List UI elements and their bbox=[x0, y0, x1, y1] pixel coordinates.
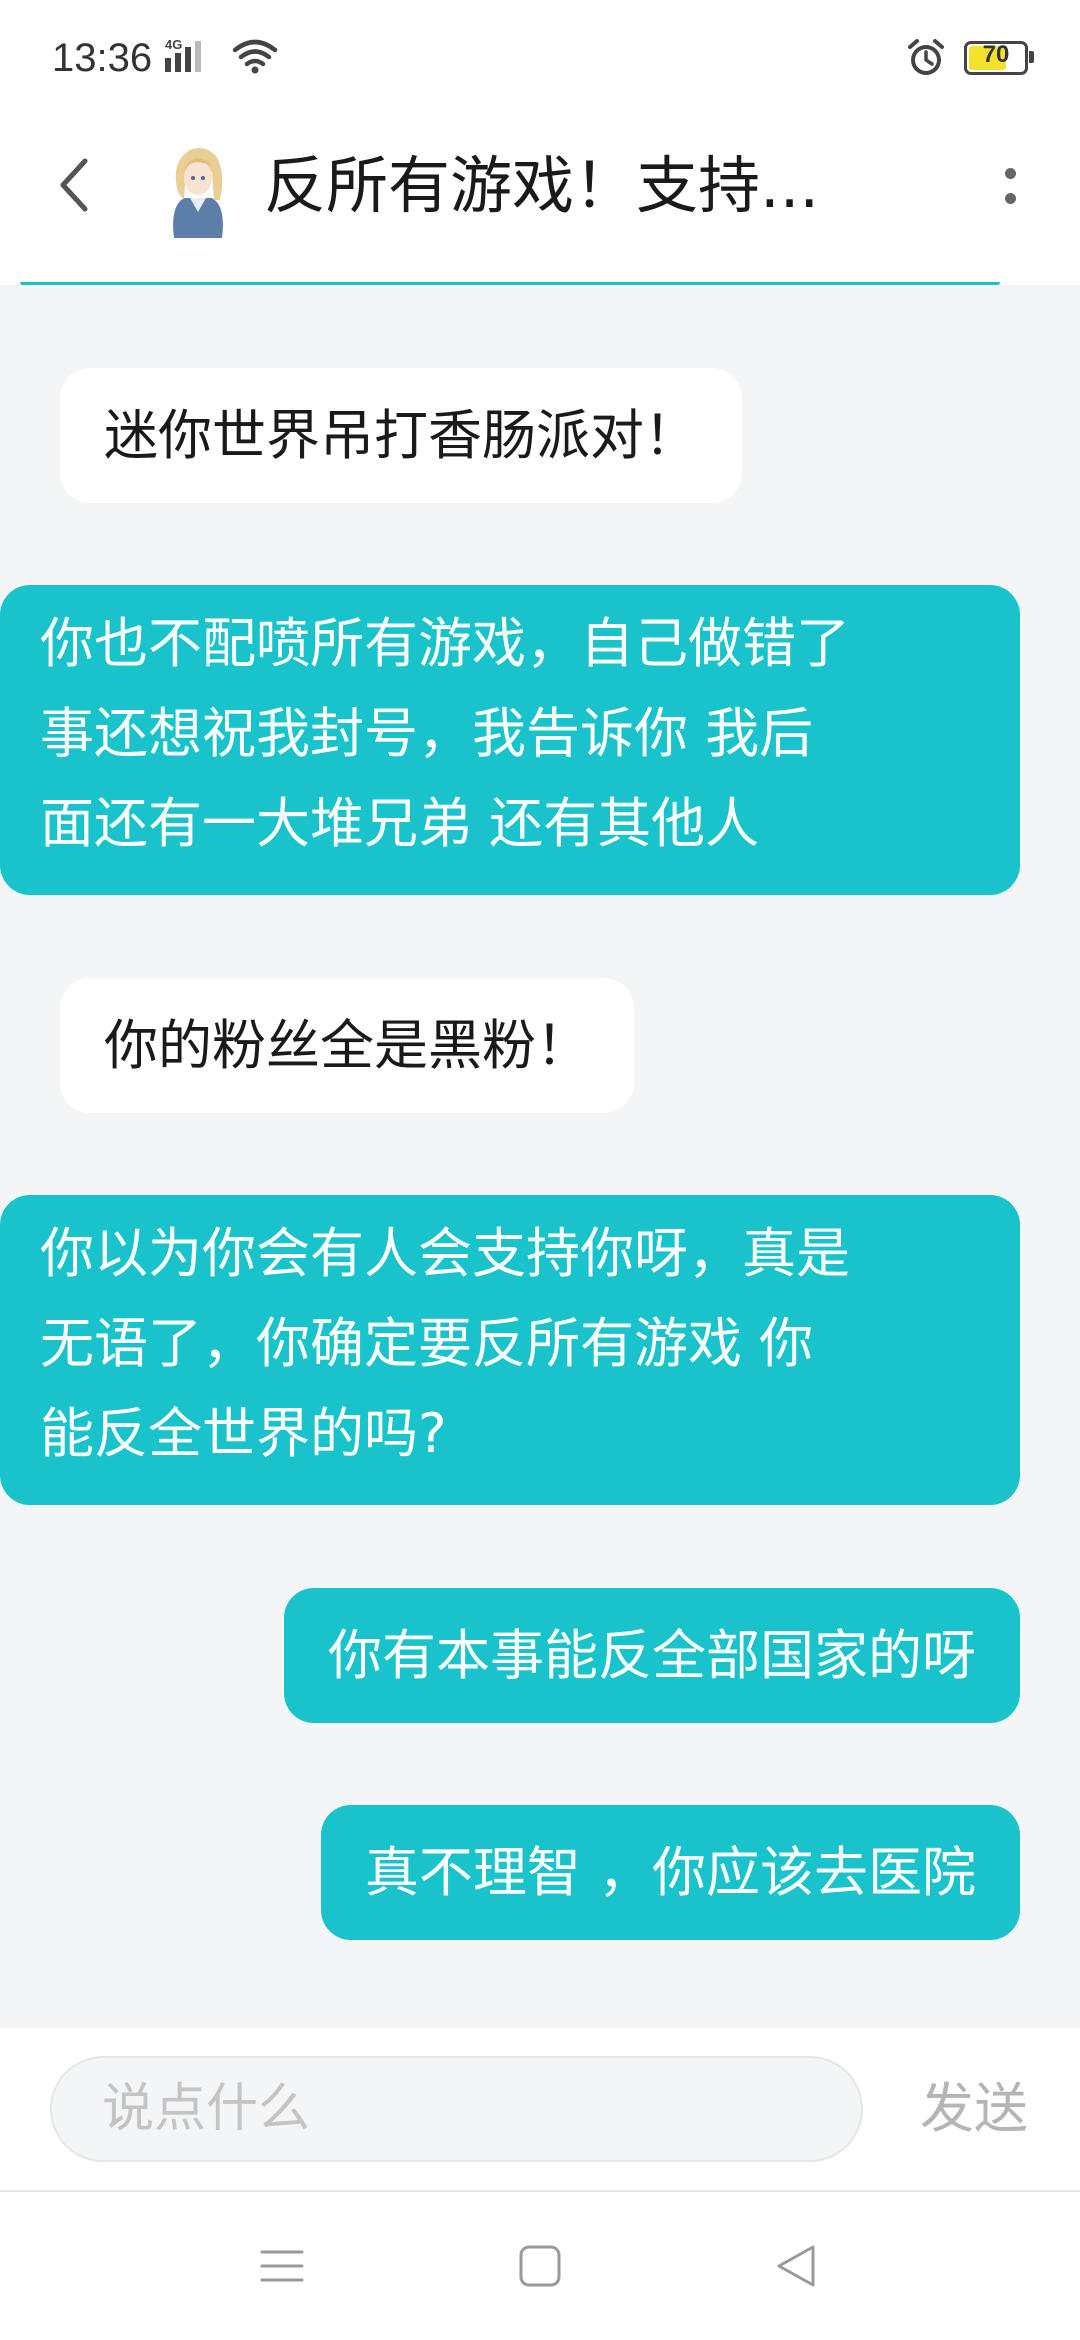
nav-menu-button[interactable] bbox=[212, 2192, 352, 2340]
more-options-button[interactable] bbox=[980, 150, 1040, 222]
status-icons-left: 4G bbox=[165, 38, 279, 74]
avatar[interactable] bbox=[160, 142, 236, 238]
message-bubble-incoming[interactable]: 你的粉丝全是黑粉！ bbox=[60, 978, 634, 1113]
message-bubble-outgoing[interactable]: 你有本事能反全部国家的呀 bbox=[284, 1588, 1020, 1723]
system-nav-bar bbox=[0, 2192, 1080, 2340]
status-time: 13:36 bbox=[52, 36, 153, 80]
composer-bar: 说点什么 发送 bbox=[0, 2028, 1080, 2190]
alarm-icon bbox=[908, 39, 944, 75]
home-square-icon bbox=[519, 2245, 561, 2287]
message-list[interactable]: 迷你世界吊打香肠派对！ 你也不配喷所有游戏，自己做错了 事还想祝我封号，我告诉你… bbox=[0, 285, 1080, 2028]
message-text-line: 面还有一大堆兄弟 还有其他人 bbox=[40, 792, 760, 855]
message-text: 迷你世界吊打香肠派对！ bbox=[104, 404, 698, 467]
chevron-left-icon bbox=[60, 158, 88, 212]
send-button[interactable]: 发送 bbox=[920, 2056, 1028, 2162]
message-text-line: 你也不配喷所有游戏，自己做错了 bbox=[40, 612, 850, 675]
cellular-signal-icon: 4G bbox=[165, 38, 201, 72]
chat-title: 反所有游戏！支持... bbox=[264, 149, 820, 222]
nav-back-button[interactable] bbox=[726, 2192, 866, 2340]
more-vertical-icon bbox=[1004, 168, 1016, 179]
message-bubble-outgoing[interactable]: 真不理智 ，你应该去医院 bbox=[320, 1805, 1020, 1940]
network-type-label: 4G bbox=[165, 38, 182, 52]
message-text-line: 你以为你会有人会支持你呀，真是 bbox=[40, 1222, 850, 1285]
message-text-line: 事还想祝我封号，我告诉你 我后 bbox=[40, 702, 814, 765]
message-bubble-outgoing[interactable]: 你也不配喷所有游戏，自己做错了 事还想祝我封号，我告诉你 我后 面还有一大堆兄弟… bbox=[0, 585, 1020, 895]
message-bubble-incoming[interactable]: 迷你世界吊打香肠派对！ bbox=[60, 368, 742, 503]
chat-header: 反所有游戏！支持... bbox=[0, 120, 1080, 286]
message-text-line: 无语了，你确定要反所有游戏 你 bbox=[40, 1312, 814, 1375]
message-bubble-outgoing[interactable]: 你以为你会有人会支持你呀，真是 无语了，你确定要反所有游戏 你 能反全世界的吗? bbox=[0, 1195, 1020, 1505]
message-text: 你的粉丝全是黑粉！ bbox=[104, 1014, 590, 1077]
wifi-icon bbox=[232, 39, 278, 74]
message-text: 真不理智 ，你应该去医院 bbox=[364, 1841, 976, 1904]
menu-icon bbox=[260, 2250, 304, 2282]
back-button[interactable] bbox=[40, 150, 110, 220]
message-text: 你有本事能反全部国家的呀 bbox=[328, 1624, 976, 1687]
status-icons-right: 70 bbox=[906, 38, 1034, 78]
status-bar: 13:36 4G 70 bbox=[0, 0, 1080, 120]
battery-icon: 70 bbox=[964, 41, 1034, 75]
message-input[interactable]: 说点什么 bbox=[50, 2056, 863, 2162]
back-triangle-icon bbox=[777, 2245, 815, 2287]
message-text-line: 能反全世界的吗? bbox=[40, 1402, 447, 1465]
nav-home-button[interactable] bbox=[470, 2192, 610, 2340]
battery-percent: 70 bbox=[982, 41, 1010, 68]
